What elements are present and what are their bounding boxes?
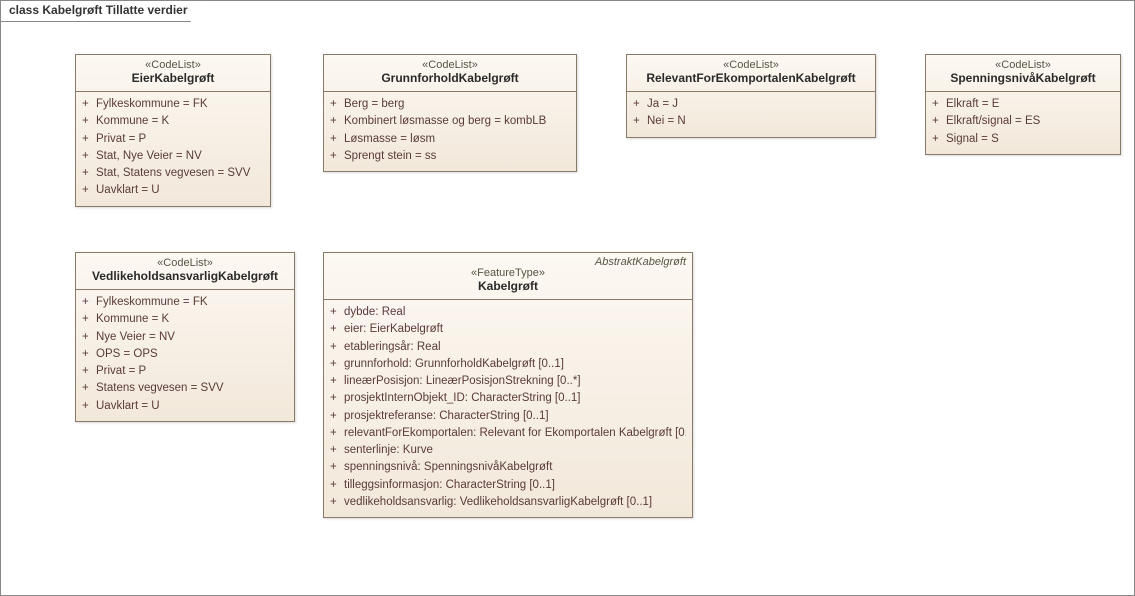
attribute-row: +relevantForEkomportalen: Relevant for E… [330, 425, 686, 442]
attribute-row: +Fylkeskommune = FK [82, 294, 288, 311]
class-body: +Berg = berg +Kombinert løsmasse og berg… [324, 92, 576, 171]
attribute-row: +eier: EierKabelgrøft [330, 321, 686, 338]
class-body: +Fylkeskommune = FK +Kommune = K +Privat… [76, 92, 270, 206]
attribute-row: +tilleggsinformasjon: CharacterString [0… [330, 477, 686, 494]
attribute-row: +Kombinert løsmasse og berg = kombLB [330, 113, 570, 130]
class-stereotype: «CodeList» [934, 59, 1112, 71]
class-stereotype: «CodeList» [332, 59, 568, 71]
class-diagram-canvas: class Kabelgrøft Tillatte verdier «CodeL… [0, 0, 1135, 596]
attribute-row: +Løsmasse = løsm [330, 131, 570, 148]
attribute-row: +Stat, Statens vegvesen = SVV [82, 165, 264, 182]
attribute-row: +spenningsnivå: SpenningsnivåKabelgrøft [330, 459, 686, 476]
class-header: «CodeList» GrunnforholdKabelgrøft [324, 55, 576, 92]
class-header: «CodeList» RelevantForEkomportalenKabelg… [627, 55, 875, 92]
attribute-row: +Privat = P [82, 131, 264, 148]
class-name: EierKabelgrøft [84, 71, 262, 85]
codelist-grunnforhold-kabelgroft: «CodeList» GrunnforholdKabelgrøft +Berg … [323, 54, 577, 172]
class-header: AbstraktKabelgrøft «FeatureType» Kabelgr… [324, 253, 692, 300]
attribute-row: +Nei = N [633, 113, 869, 130]
attribute-row: +Sprengt stein = ss [330, 148, 570, 165]
attribute-row: +Nye Veier = NV [82, 329, 288, 346]
class-body: +Ja = J +Nei = N [627, 92, 875, 137]
codelist-eier-kabelgroft: «CodeList» EierKabelgrøft +Fylkeskommune… [75, 54, 271, 207]
class-body: +Elkraft = E +Elkraft/signal = ES +Signa… [926, 92, 1120, 154]
class-header: «CodeList» VedlikeholdsansvarligKabelgrø… [76, 253, 294, 290]
codelist-spenningsniva-kabelgroft: «CodeList» SpenningsnivåKabelgrøft +Elkr… [925, 54, 1121, 155]
attribute-row: +Uavklart = U [82, 182, 264, 199]
class-name: SpenningsnivåKabelgrøft [934, 71, 1112, 85]
class-name: GrunnforholdKabelgrøft [332, 71, 568, 85]
featuretype-kabelgroft: AbstraktKabelgrøft «FeatureType» Kabelgr… [323, 252, 693, 518]
class-stereotype: «FeatureType» [332, 267, 684, 279]
attribute-row: +etableringsår: Real [330, 339, 686, 356]
attribute-row: +Uavklart = U [82, 398, 288, 415]
attribute-row: +dybde: Real [330, 304, 686, 321]
attribute-row: +Kommune = K [82, 311, 288, 328]
codelist-vedlikeholdsansvarlig-kabelgroft: «CodeList» VedlikeholdsansvarligKabelgrø… [75, 252, 295, 422]
attribute-row: +Fylkeskommune = FK [82, 96, 264, 113]
attribute-row: +senterlinje: Kurve [330, 442, 686, 459]
class-name: Kabelgrøft [332, 279, 684, 293]
attribute-row: +lineærPosisjon: LineærPosisjonStrekning… [330, 373, 686, 390]
attribute-row: +Elkraft = E [932, 96, 1114, 113]
diagram-title-tab: class Kabelgrøft Tillatte verdier [0, 0, 201, 22]
class-stereotype: «CodeList» [635, 59, 867, 71]
attribute-row: +Statens vegvesen = SVV [82, 380, 288, 397]
attribute-row: +Privat = P [82, 363, 288, 380]
class-body: +dybde: Real +eier: EierKabelgrøft +etab… [324, 300, 692, 517]
diagram-title: class Kabelgrøft Tillatte verdier [9, 3, 188, 17]
attribute-row: +prosjektreferanse: CharacterString [0..… [330, 408, 686, 425]
attribute-row: +prosjektInternObjekt_ID: CharacterStrin… [330, 390, 686, 407]
attribute-row: +Berg = berg [330, 96, 570, 113]
attribute-row: +OPS = OPS [82, 346, 288, 363]
attribute-row: +Kommune = K [82, 113, 264, 130]
class-name: RelevantForEkomportalenKabelgrøft [635, 71, 867, 85]
attribute-row: +Ja = J [633, 96, 869, 113]
class-header: «CodeList» SpenningsnivåKabelgrøft [926, 55, 1120, 92]
codelist-relevant-ekomportalen-kabelgroft: «CodeList» RelevantForEkomportalenKabelg… [626, 54, 876, 138]
class-header: «CodeList» EierKabelgrøft [76, 55, 270, 92]
class-name: VedlikeholdsansvarligKabelgrøft [84, 269, 286, 283]
attribute-row: +Elkraft/signal = ES [932, 113, 1114, 130]
attribute-row: +Stat, Nye Veier = NV [82, 148, 264, 165]
class-stereotype: «CodeList» [84, 257, 286, 269]
abstract-link-label: AbstraktKabelgrøft [595, 256, 686, 268]
attribute-row: +Signal = S [932, 131, 1114, 148]
class-body: +Fylkeskommune = FK +Kommune = K +Nye Ve… [76, 290, 294, 421]
class-stereotype: «CodeList» [84, 59, 262, 71]
attribute-row: +vedlikeholdsansvarlig: Vedlikeholdsansv… [330, 494, 686, 511]
attribute-row: +grunnforhold: GrunnforholdKabelgrøft [0… [330, 356, 686, 373]
